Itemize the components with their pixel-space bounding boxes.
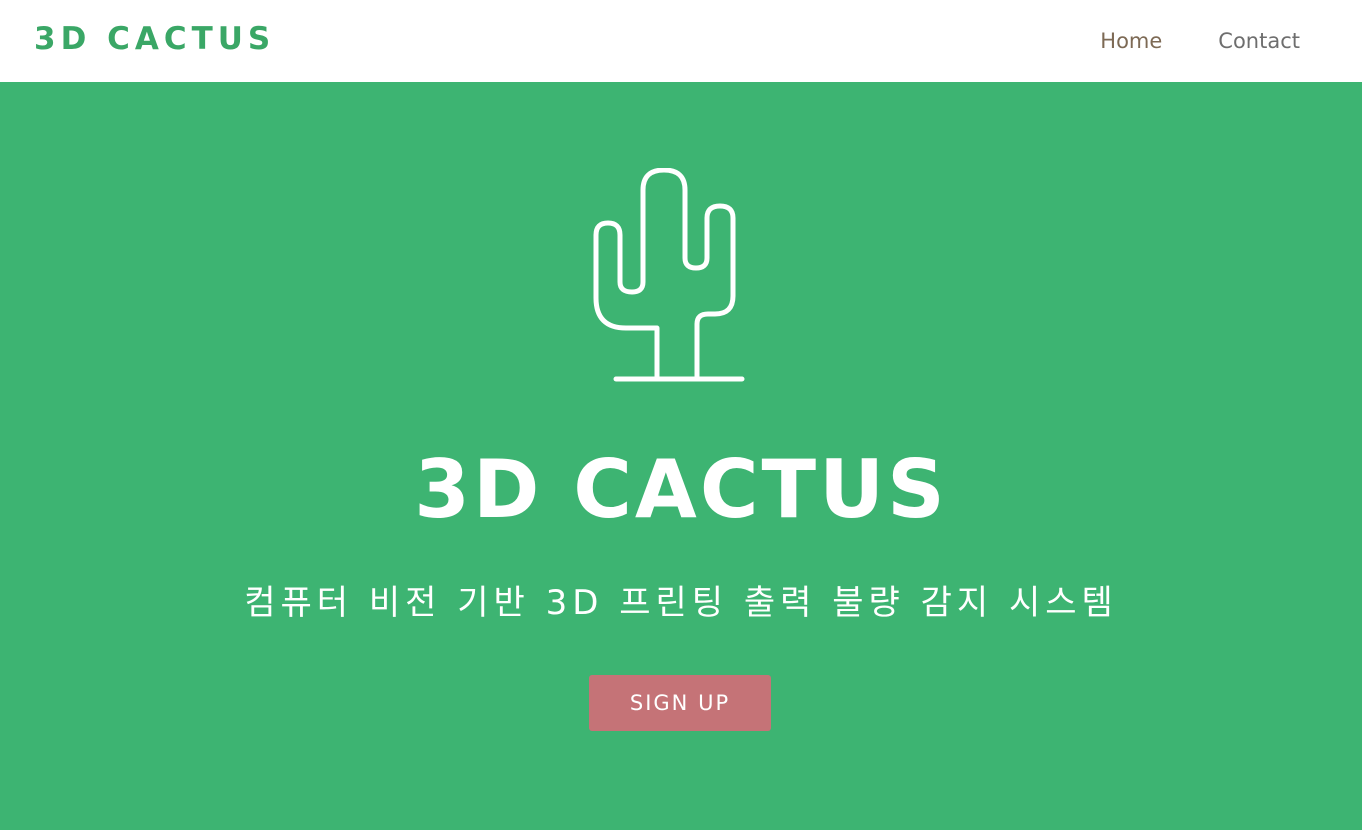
hero-section: 3D CACTUS 컴퓨터 비전 기반 3D 프린팅 출력 불량 감지 시스템 … — [0, 82, 1362, 830]
hero-title: 3D CACTUS — [414, 443, 948, 536]
nav-link-contact[interactable]: Contact — [1218, 30, 1300, 52]
cactus-icon — [593, 168, 745, 382]
nav-link-home[interactable]: Home — [1100, 30, 1162, 52]
navbar: 3D CACTUS Home Contact — [0, 0, 1362, 82]
hero-subtitle: 컴퓨터 비전 기반 3D 프린팅 출력 불량 감지 시스템 — [244, 583, 1118, 623]
nav-links: Home Contact — [1100, 30, 1300, 52]
brand-logo-link[interactable]: 3D CACTUS — [34, 23, 275, 55]
sign-up-button[interactable]: SIGN UP — [589, 675, 771, 731]
